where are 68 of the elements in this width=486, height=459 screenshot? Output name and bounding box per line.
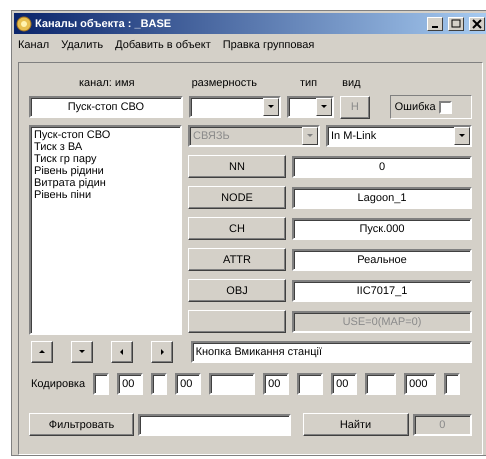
caret-icon [458, 132, 466, 140]
address-button[interactable] [188, 310, 286, 333]
code-field[interactable] [151, 373, 168, 395]
code-field[interactable]: 00 [331, 373, 358, 395]
maximize-icon [451, 18, 461, 28]
checkbox[interactable] [438, 100, 452, 114]
code-field[interactable] [297, 373, 324, 395]
column-label: канал: имя [79, 77, 135, 89]
address-button[interactable]: NN [188, 155, 286, 178]
column-label: тип [300, 77, 318, 89]
error-checkbox[interactable]: Ошибка [390, 95, 472, 119]
close-button[interactable] [469, 16, 485, 30]
address-field[interactable]: 0 [292, 156, 472, 178]
address-field[interactable]: Пуск.000 [292, 218, 472, 240]
address-button[interactable]: CH [188, 217, 286, 240]
menu-item[interactable]: Канал [18, 39, 50, 55]
nav-button[interactable] [31, 341, 53, 363]
caret-icon [306, 132, 314, 140]
code-field[interactable] [209, 373, 256, 395]
menu-item[interactable]: Правка групповая [222, 39, 314, 55]
minimize-icon [432, 26, 438, 28]
list-item[interactable]: Тиск з ВА [34, 141, 177, 153]
channel-list[interactable]: Пуск-стоп СВО Тиск з ВА Тиск гр пару Рівень рідини Витрата рідин Рівень піни [29, 125, 182, 335]
coding-label: Кодировка [31, 378, 86, 390]
find-button[interactable]: Найти [302, 413, 409, 436]
menu-item[interactable]: Добавить в объект [115, 39, 211, 55]
code-field[interactable] [93, 373, 110, 395]
maximize-button[interactable] [448, 16, 464, 30]
app-icon [16, 16, 32, 32]
list-item[interactable]: Рівень піни [34, 189, 177, 201]
address-button[interactable]: NODE [188, 186, 286, 209]
column-label: размерность [192, 77, 257, 89]
column-label: вид [342, 77, 361, 89]
dropdown[interactable] [286, 96, 334, 118]
list-item[interactable]: Пуск-стоп СВО [34, 129, 177, 141]
filter-button[interactable]: Фильтровать [29, 413, 134, 436]
code-field[interactable]: 00 [175, 373, 202, 395]
code-field[interactable]: 00 [117, 373, 144, 395]
description-field[interactable]: Кнопка Вмикання станції [190, 341, 472, 363]
filter-field[interactable] [138, 414, 291, 436]
address-button[interactable]: OBJ [188, 279, 286, 302]
up-arrow-icon [38, 348, 46, 356]
code-field[interactable] [444, 373, 460, 395]
caret-icon [266, 103, 275, 111]
minimize-button[interactable] [427, 16, 443, 30]
address-field[interactable]: Lagoon_1 [292, 186, 472, 208]
code-field[interactable] [365, 373, 396, 395]
list-item[interactable]: Тиск гр пару [34, 153, 177, 165]
address-field[interactable]: IIC7017_1 [292, 280, 472, 302]
nav-button[interactable] [111, 341, 133, 363]
code-field[interactable]: 00 [263, 373, 290, 395]
nav-button[interactable] [71, 341, 93, 363]
code-field[interactable]: 000 [404, 373, 436, 395]
list-item[interactable]: Рівень рідини [34, 165, 177, 177]
caret-icon [320, 103, 328, 111]
dropdown[interactable]: In M-Link [326, 125, 472, 147]
down-arrow-icon [78, 348, 86, 356]
close-icon [472, 18, 482, 28]
name-field[interactable]: Пуск-стоп СВО [29, 96, 183, 118]
address-field[interactable]: Реальное [292, 248, 472, 270]
dropdown[interactable] [188, 96, 281, 118]
left-arrow-icon [118, 348, 126, 356]
address-button[interactable]: ATTR [188, 248, 286, 271]
list-item[interactable]: Витрата рідин [34, 177, 177, 189]
nav-button[interactable] [151, 341, 173, 363]
menu-item[interactable]: Удалить [61, 39, 104, 55]
right-arrow-icon [158, 348, 166, 356]
window-title: Каналы объекта : _BASE [35, 18, 172, 30]
